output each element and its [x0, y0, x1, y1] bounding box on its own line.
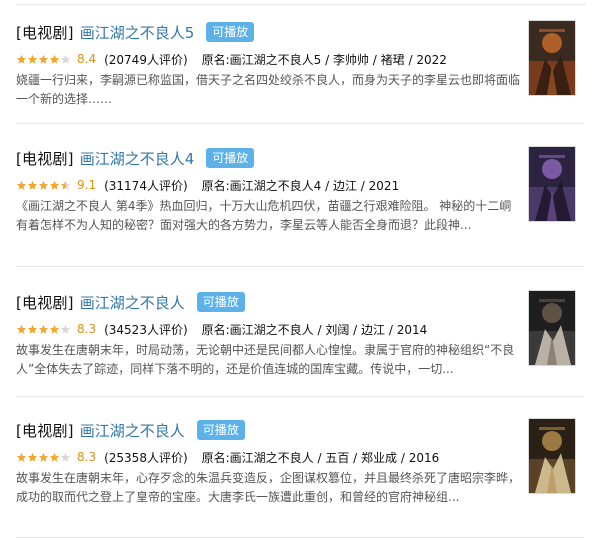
star-icon	[49, 180, 60, 191]
star-icon	[38, 180, 49, 191]
original-title-info: 原名:画江湖之不良人 / 刘阔 / 边江 / 2014	[201, 322, 428, 337]
rating-row: 8.3 (25358人评价) 原名:画江湖之不良人 / 五百 / 郑业成 / 2…	[16, 449, 439, 465]
result-title-link[interactable]: 画江湖之不良人	[80, 420, 185, 441]
star-icon	[16, 324, 27, 335]
result-title-row: [电视剧] 画江湖之不良人 可播放	[16, 418, 245, 442]
rating-row: 8.4 (20749人评价) 原名:画江湖之不良人5 / 李帅帅 / 褚珺 / …	[16, 51, 447, 67]
result-title-row: [电视剧] 画江湖之不良人5 可播放	[16, 20, 255, 44]
star-icon	[27, 180, 38, 191]
rating-stars	[16, 324, 71, 335]
star-icon	[60, 324, 71, 335]
result-item: [电视剧] 画江湖之不良人 可播放 8.3 (25358人评价) 原名:画江湖之…	[16, 418, 584, 538]
rating-row: 8.3 (34523人评价) 原名:画江湖之不良人 / 刘阔 / 边江 / 20…	[16, 321, 427, 337]
result-title-row: [电视剧] 画江湖之不良人4 可播放	[16, 146, 255, 170]
item-divider	[16, 396, 584, 397]
result-item: [电视剧] 画江湖之不良人5 可播放 8.4 (20749人评价) 原名:画江湖…	[16, 20, 584, 124]
rating-stars	[16, 452, 71, 463]
result-title-link[interactable]: 画江湖之不良人4	[80, 148, 195, 169]
original-title-info: 原名:画江湖之不良人5 / 李帅帅 / 褚珺 / 2022	[201, 52, 447, 67]
star-icon	[60, 180, 71, 191]
rating-count: (31174人评价)	[104, 178, 188, 193]
rating-row: 9.1 (31174人评价) 原名:画江湖之不良人4 / 边江 / 2021	[16, 177, 399, 193]
star-icon	[60, 452, 71, 463]
star-icon	[27, 452, 38, 463]
star-icon	[27, 54, 38, 65]
rating-score: 8.4	[77, 52, 97, 66]
star-icon	[38, 324, 49, 335]
rating-score: 8.3	[77, 450, 97, 464]
result-title-row: [电视剧] 画江湖之不良人 可播放	[16, 290, 245, 314]
star-icon	[16, 180, 27, 191]
top-divider	[16, 4, 586, 5]
result-item: [电视剧] 画江湖之不良人 可播放 8.3 (34523人评价) 原名:画江湖之…	[16, 290, 584, 397]
star-icon	[49, 324, 60, 335]
rating-count: (20749人评价)	[104, 52, 188, 67]
category-label: [电视剧]	[16, 23, 74, 42]
result-description: 故事发生在唐朝末年，心存歹念的朱温兵变造反，企图谋权篡位，并且最终杀死了唐昭宗李…	[16, 471, 521, 504]
playable-badge[interactable]: 可播放	[206, 22, 255, 42]
rating-count: (25358人评价)	[104, 450, 188, 465]
playable-badge[interactable]: 可播放	[206, 148, 255, 168]
item-divider	[16, 537, 584, 538]
result-item: [电视剧] 画江湖之不良人4 可播放 9.1 (31174人评价) 原名:画江湖…	[16, 146, 584, 267]
result-description: 《画江湖之不良人 第4季》热血回归，十万大山危机四伏，苗疆之行艰难险阻。 神秘的…	[16, 199, 512, 232]
poster-thumbnail[interactable]	[528, 290, 576, 366]
original-title-info: 原名:画江湖之不良人 / 五百 / 郑业成 / 2016	[201, 450, 440, 465]
star-icon	[27, 324, 38, 335]
category-label: [电视剧]	[16, 293, 74, 312]
poster-thumbnail[interactable]	[528, 20, 576, 96]
rating-score: 8.3	[77, 322, 97, 336]
rating-stars	[16, 180, 71, 191]
star-icon	[60, 54, 71, 65]
result-title-link[interactable]: 画江湖之不良人5	[80, 22, 195, 43]
result-description: 娆疆一行归来，李嗣源已称监国，借天子之名四处绞杀不良人，而身为天子的李星云也即将…	[16, 73, 521, 106]
star-icon	[49, 54, 60, 65]
rating-count: (34523人评价)	[104, 322, 188, 337]
star-icon	[49, 452, 60, 463]
item-divider	[16, 266, 584, 267]
star-icon	[16, 54, 27, 65]
original-title-info: 原名:画江湖之不良人4 / 边江 / 2021	[201, 178, 400, 193]
poster-thumbnail[interactable]	[528, 418, 576, 494]
playable-badge[interactable]: 可播放	[196, 420, 245, 440]
playable-badge[interactable]: 可播放	[196, 292, 245, 312]
star-icon	[38, 452, 49, 463]
item-divider	[16, 123, 584, 124]
rating-score: 9.1	[77, 178, 97, 192]
star-icon	[38, 54, 49, 65]
result-title-link[interactable]: 画江湖之不良人	[80, 292, 185, 313]
category-label: [电视剧]	[16, 149, 74, 168]
result-description: 故事发生在唐朝末年，时局动荡，无论朝中还是民间都人心惶惶。隶属于官府的神秘组织“…	[16, 343, 515, 376]
star-icon	[16, 452, 27, 463]
rating-stars	[16, 54, 71, 65]
poster-thumbnail[interactable]	[528, 146, 576, 222]
category-label: [电视剧]	[16, 421, 74, 440]
